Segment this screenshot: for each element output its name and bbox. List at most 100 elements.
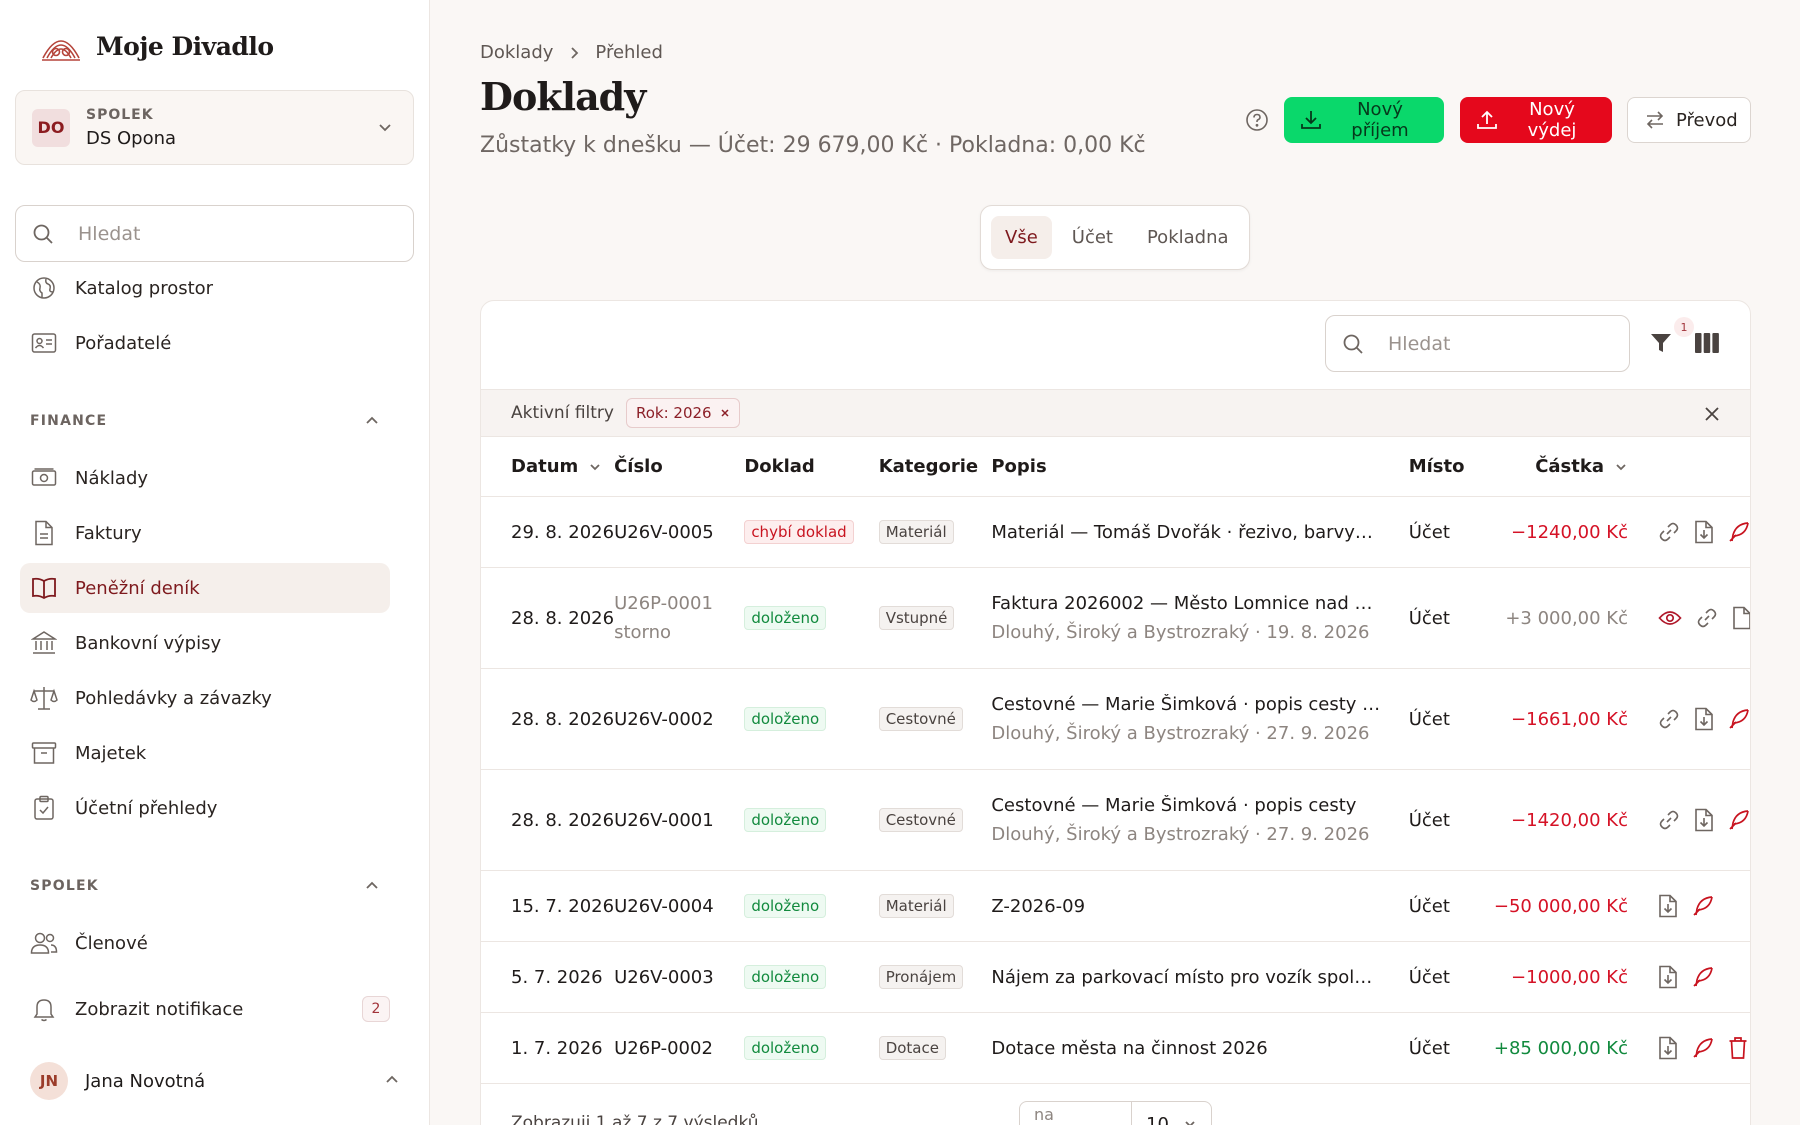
clipboard-icon xyxy=(30,794,58,822)
document-number[interactable]: U26P-0002 xyxy=(614,1038,713,1059)
sidebar-item-katalog-prostor[interactable]: Katalog prostor xyxy=(20,263,390,313)
table-row[interactable]: 28. 8. 2026 U26V-0001 doloženo Cestovné … xyxy=(481,769,1750,871)
table-row[interactable]: 5. 7. 2026 U26V-0003 doloženo Pronájem N… xyxy=(481,941,1750,1013)
new-expense-button[interactable]: Nový výdej xyxy=(1460,97,1612,143)
org-switcher[interactable]: DO SPOLEK DS Opona xyxy=(15,90,414,165)
column-header-label: Částka xyxy=(1535,456,1604,477)
feather-icon[interactable] xyxy=(1728,521,1750,543)
file-download-icon[interactable] xyxy=(1658,1036,1678,1060)
file-download-icon[interactable] xyxy=(1694,520,1714,544)
section-finance[interactable]: FINANCE xyxy=(30,413,380,429)
cell-amount: −1420,00 Kč xyxy=(1478,769,1628,871)
cell-place: Účet xyxy=(1408,769,1479,871)
sidebar-item-clenove[interactable]: Členové xyxy=(20,918,390,968)
table-row[interactable]: 28. 8. 2026 U26V-0002 doloženo Cestovné … xyxy=(481,668,1750,770)
table-search[interactable] xyxy=(1325,315,1630,372)
per-page-select[interactable]: na stránku 10 xyxy=(1019,1101,1212,1125)
sidebar-item-majetek[interactable]: Majetek xyxy=(20,728,390,778)
sidebar-item-notifikace[interactable]: Zobrazit notifikace 2 xyxy=(20,984,390,1034)
cell-amount: −50 000,00 Kč xyxy=(1478,870,1628,942)
tab-ucet[interactable]: Účet xyxy=(1058,216,1127,259)
sidebar-item-penezni-denik[interactable]: Peněžní deník xyxy=(20,563,390,613)
tab-vse[interactable]: Vše xyxy=(991,216,1052,259)
document-number[interactable]: U26V-0003 xyxy=(614,967,714,988)
column-header-document[interactable]: Doklad xyxy=(744,436,879,497)
banknote-icon xyxy=(30,464,58,492)
cell-date: 28. 8. 2026 xyxy=(481,567,615,669)
feather-icon[interactable] xyxy=(1728,809,1750,831)
feather-icon[interactable] xyxy=(1692,895,1714,917)
sidebar-item-faktury[interactable]: Faktury xyxy=(20,508,390,558)
new-income-button[interactable]: Nový příjem xyxy=(1284,97,1444,143)
chevron-right-icon xyxy=(567,46,581,60)
cell-amount: −1000,00 Kč xyxy=(1478,941,1628,1013)
column-header-description[interactable]: Popis xyxy=(991,436,1409,497)
close-icon[interactable] xyxy=(720,408,730,418)
bank-icon xyxy=(30,629,58,657)
sidebar-item-poradatele[interactable]: Pořadatelé xyxy=(20,318,390,368)
document-number[interactable]: U26V-0004 xyxy=(614,896,714,917)
help-icon[interactable] xyxy=(1245,108,1269,132)
feather-icon[interactable] xyxy=(1692,966,1714,988)
tab-pokladna[interactable]: Pokladna xyxy=(1133,216,1243,259)
section-title: SPOLEK xyxy=(30,878,99,894)
amount-value: −1000,00 Kč xyxy=(1511,966,1628,988)
cell-category: Pronájem xyxy=(878,941,992,1013)
clear-filters-icon[interactable] xyxy=(1704,406,1720,422)
cell-document: chybí doklad xyxy=(744,496,879,568)
user-menu[interactable]: JN Jana Novotná xyxy=(30,1060,400,1102)
sidebar-item-bankovni-vypisy[interactable]: Bankovní výpisy xyxy=(20,618,390,668)
transfer-button[interactable]: Převod xyxy=(1627,97,1751,143)
trash-icon[interactable] xyxy=(1728,1036,1748,1060)
search-icon xyxy=(16,223,54,245)
column-header-category[interactable]: Kategorie xyxy=(878,436,992,497)
column-header-place[interactable]: Místo xyxy=(1408,436,1479,497)
link-icon[interactable] xyxy=(1658,809,1680,831)
brand[interactable]: Moje Divadlo xyxy=(40,28,274,64)
table-row[interactable]: 15. 7. 2026 U26V-0004 doloženo Materiál … xyxy=(481,870,1750,942)
download-icon xyxy=(1300,109,1322,131)
eye-icon[interactable] xyxy=(1658,609,1682,627)
file-icon xyxy=(30,519,58,547)
breadcrumb-item-doklady[interactable]: Doklady xyxy=(480,42,553,63)
link-icon[interactable] xyxy=(1696,607,1718,629)
column-header-number[interactable]: Číslo xyxy=(614,436,745,497)
feather-icon[interactable] xyxy=(1728,708,1750,730)
file-download-icon[interactable] xyxy=(1694,808,1714,832)
columns-icon[interactable] xyxy=(1695,333,1719,353)
document-number[interactable]: U26P-0001 xyxy=(614,593,713,614)
cell-actions xyxy=(1628,941,1750,1013)
feather-icon[interactable] xyxy=(1692,1037,1714,1059)
link-icon[interactable] xyxy=(1658,708,1680,730)
filter-chip-year[interactable]: Rok: 2026 xyxy=(625,398,740,428)
sidebar-search[interactable] xyxy=(15,205,414,262)
cell-date: 29. 8. 2026 xyxy=(481,496,615,568)
sidebar-item-ucetni-prehledy[interactable]: Účetní přehledy xyxy=(20,783,390,833)
table-row[interactable]: 28. 8. 2026 U26P-0001 storno doloženo Vs… xyxy=(481,567,1750,669)
documents-card: 1 Aktivní filtry Rok: 2026 Datum Číslo xyxy=(480,300,1751,1125)
file-download-icon[interactable] xyxy=(1658,965,1678,989)
sidebar-search-input[interactable] xyxy=(78,222,378,245)
table-row[interactable]: 29. 8. 2026 U26V-0005 chybí doklad Mater… xyxy=(481,496,1750,568)
filter-icon[interactable] xyxy=(1649,331,1673,355)
cell-document: doloženo xyxy=(744,668,879,770)
table-search-input[interactable] xyxy=(1388,332,1608,355)
chevron-down-icon xyxy=(1183,1117,1197,1125)
column-header-amount[interactable]: Částka xyxy=(1478,436,1628,497)
sidebar-item-naklady[interactable]: Náklady xyxy=(20,453,390,503)
category-badge: Cestovné xyxy=(878,808,963,832)
cell-document: doloženo xyxy=(744,769,879,871)
section-spolek[interactable]: SPOLEK xyxy=(30,878,380,894)
column-header-date[interactable]: Datum xyxy=(481,436,615,497)
table-row[interactable]: 1. 7. 2026 U26P-0002 doloženo Dotace Dot… xyxy=(481,1012,1750,1084)
document-number[interactable]: U26V-0001 xyxy=(614,810,714,831)
document-number[interactable]: U26V-0002 xyxy=(614,709,714,730)
file-download-icon[interactable] xyxy=(1658,894,1678,918)
cell-place: Účet xyxy=(1408,941,1479,1013)
document-number[interactable]: U26V-0005 xyxy=(614,522,714,543)
file-download-icon[interactable] xyxy=(1694,707,1714,731)
file-icon[interactable] xyxy=(1732,606,1750,630)
sidebar-item-pohledavky-a-zavazky[interactable]: Pohledávky a závazky xyxy=(20,673,390,723)
link-icon[interactable] xyxy=(1658,521,1680,543)
org-type-label: SPOLEK xyxy=(86,106,154,123)
